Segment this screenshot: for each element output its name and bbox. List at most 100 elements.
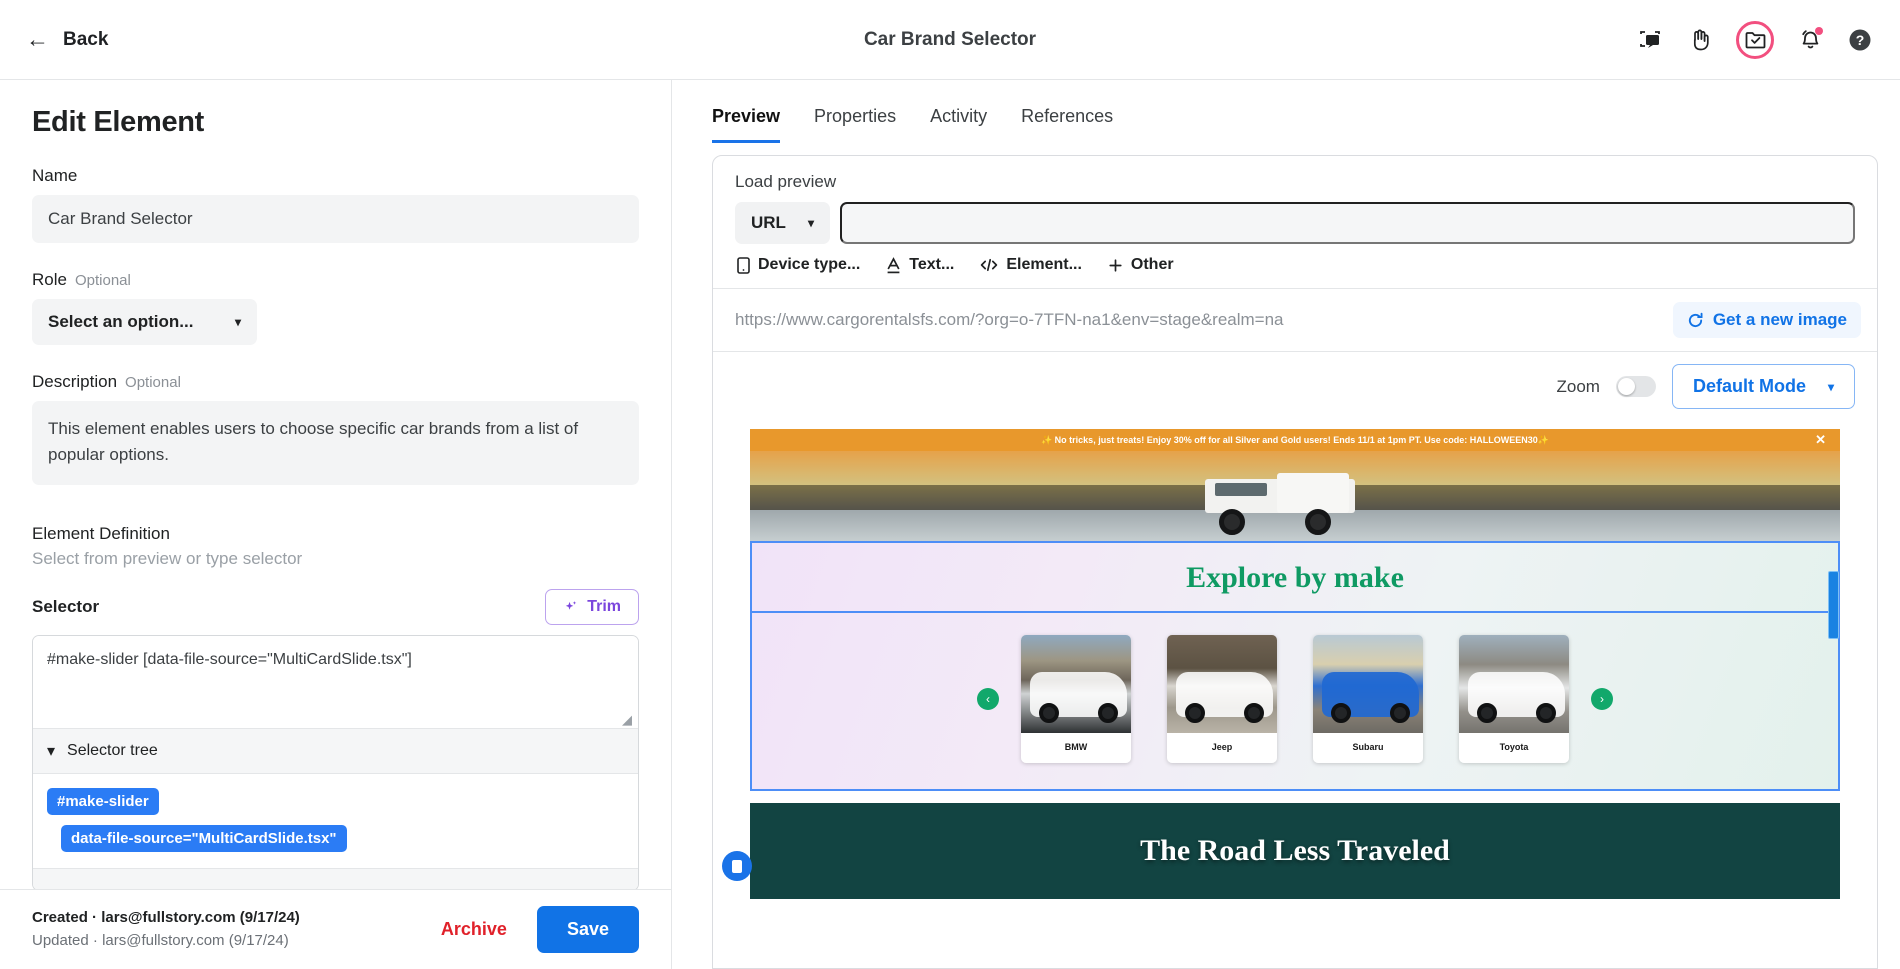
plus-icon [1108,258,1123,273]
make-card[interactable]: Subaru [1313,635,1423,763]
selector-chip[interactable]: data-file-source="MultiCardSlide.tsx" [61,825,347,852]
top-bar-icons: ? [1636,20,1874,59]
explore-by-make-title: Explore by make [752,543,1838,613]
explore-by-make-section[interactable]: Explore by make ‹ BMW Jeep Subaru Toyota… [750,541,1840,791]
chat-widget-icon[interactable] [722,851,752,881]
bell-icon[interactable] [1796,26,1824,54]
mode-select-button[interactable]: Default Mode ▾ [1671,364,1855,409]
mode-select-label: Default Mode [1692,376,1806,396]
description-input[interactable] [32,401,639,485]
load-preview-label: Load preview [735,172,837,191]
created-label: Created [32,909,88,926]
make-card-image [1313,635,1423,733]
chevron-down-icon: ▾ [807,216,814,230]
description-label-text: Description [32,372,118,391]
make-card-label: Jeep [1211,742,1233,752]
refresh-icon [1687,312,1704,329]
filter-other-label: Other [1130,256,1174,273]
edit-element-title: Edit Element [32,106,205,138]
trim-button[interactable]: Trim [545,589,639,625]
resize-grip-icon[interactable]: ◢ [622,713,634,726]
make-card-image [1459,635,1569,733]
url-type-value: URL [751,213,786,232]
name-input[interactable] [32,195,639,243]
make-card[interactable]: Toyota [1459,635,1569,763]
name-label-text: Name [32,166,78,185]
selector-header-row: Selector Trim [32,589,639,625]
main-body: Edit Element Name Role Optional Select a… [0,80,1900,969]
created-value: lars@fullstory.com (9/17/24) [101,909,300,926]
close-icon[interactable]: ✕ [1815,432,1826,448]
tab-preview[interactable]: Preview [712,106,781,143]
folder-check-icon[interactable] [1736,20,1774,59]
help-icon[interactable]: ? [1846,26,1874,54]
make-card-label: Subaru [1352,742,1384,752]
chevron-down-icon: ▾ [234,315,241,329]
preview-card: Load preview URL ▾ Device type... Text..… [712,155,1878,969]
selector-textarea[interactable]: #make-slider [data-file-source="MultiCar… [33,636,638,728]
feedback-tab[interactable] [1828,571,1839,639]
make-card-image [1167,635,1277,733]
selector-editor: #make-slider [data-file-source="MultiCar… [32,635,639,889]
name-label: Name [32,166,639,186]
make-slider: ‹ BMW Jeep Subaru Toyota › [752,613,1838,789]
zoom-toggle-knob [1617,378,1635,395]
tab-references[interactable]: References [1021,106,1113,143]
back-button[interactable]: ← Back [26,28,108,51]
hand-icon[interactable] [1686,26,1714,54]
zoom-label: Zoom [1556,376,1600,396]
url-input[interactable] [839,202,1855,244]
chevron-down-icon: ▾ [47,743,56,760]
role-optional-text: Optional [74,272,131,289]
back-arrow-icon: ← [26,26,49,52]
road-less-traveled-section: The Road Less Traveled [722,803,1840,899]
app-root: ← Back Car Brand Selector ? Edit Element… [0,0,1900,969]
selector-tree-body: #make-slider data-file-source="MultiCard… [33,773,638,868]
archive-button[interactable]: Archive [429,911,519,948]
preview-site: ✨ No tricks, just treats! Enjoy 30% off … [722,429,1840,968]
updated-label: Updated [32,931,89,949]
promo-banner-text: ✨ No tricks, just treats! Enjoy 30% off … [1040,434,1550,445]
element-definition-label: Element Definition [32,524,170,543]
filter-text[interactable]: Text... [886,256,954,274]
save-button[interactable]: Save [536,906,639,953]
make-card[interactable]: Jeep [1167,635,1277,763]
role-select[interactable]: Select an option... ▾ [32,299,257,345]
role-select-value: Select an option... [48,312,194,331]
updated-value: lars@fullstory.com (9/17/24) [102,931,289,949]
selector-chip[interactable]: #make-slider [47,788,159,815]
edit-element-panel: Edit Element Name Role Optional Select a… [0,80,672,969]
filter-other[interactable]: Other [1108,256,1174,274]
filter-element[interactable]: Element... [980,256,1082,274]
filter-device-type[interactable]: Device type... [737,256,860,274]
panel-tabs: Preview Properties Activity References [672,80,1900,143]
make-card[interactable]: BMW [1021,635,1131,763]
zoom-toggle[interactable] [1615,376,1656,397]
description-optional-text: Optional [125,374,181,391]
preview-zoom-row: Zoom Default Mode ▾ [713,351,1877,421]
slider-next-button[interactable]: › [1591,688,1613,710]
device-icon [737,256,750,274]
filter-text-label: Text... [909,256,955,273]
screenshot-annotate-icon[interactable] [1636,26,1664,54]
text-icon [886,256,901,274]
edit-element-form: Edit Element Name Role Optional Select a… [0,80,671,889]
role-label-text: Role [32,270,67,289]
get-new-image-button[interactable]: Get a new image [1672,302,1861,338]
get-new-image-label: Get a new image [1712,310,1847,329]
preview-panel: Preview Properties Activity References L… [672,80,1900,969]
tab-activity[interactable]: Activity [930,106,987,143]
load-preview-row: URL ▾ [713,202,1877,244]
filter-device-type-label: Device type... [758,256,861,273]
url-type-select[interactable]: URL ▾ [735,202,830,244]
make-card-image [1021,635,1131,733]
make-card-label: Toyota [1499,742,1529,752]
selector-tree-footer [33,868,638,889]
slider-prev-button[interactable]: ‹ [977,688,999,710]
element-definition-subtext: Select from preview or type selector [32,549,303,568]
selector-tree-toggle[interactable]: ▾ Selector tree [33,728,638,773]
description-label: Description Optional [32,372,639,392]
created-line: Created · lars@fullstory.com (9/17/24) [32,909,300,926]
tab-properties[interactable]: Properties [814,106,896,143]
preview-viewport[interactable]: ✨ No tricks, just treats! Enjoy 30% off … [713,421,1877,968]
